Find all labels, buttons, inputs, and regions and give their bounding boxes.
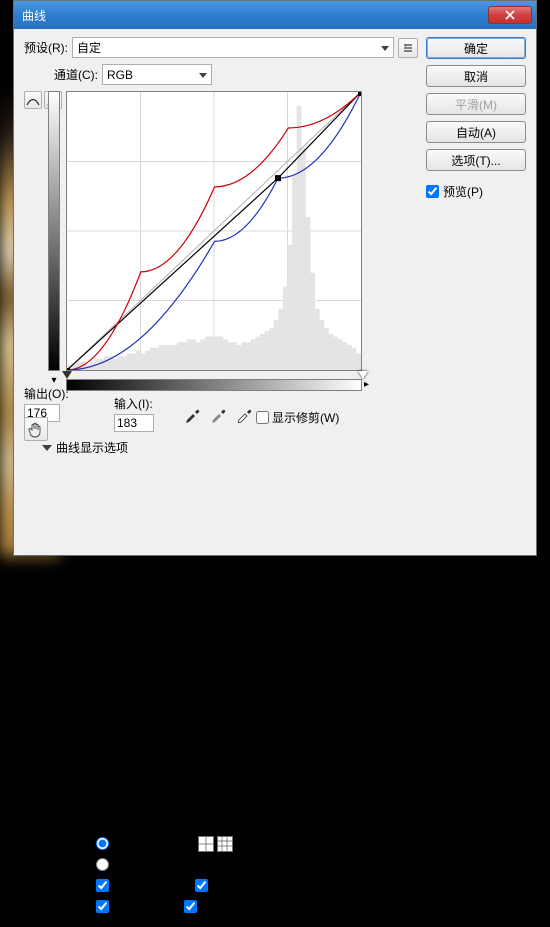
output-gradient <box>48 91 60 371</box>
white-point-slider[interactable] <box>358 371 368 379</box>
baseline-checkbox[interactable] <box>195 879 208 892</box>
curve-icon <box>26 93 40 107</box>
show-clipping-label: 显示修剪(W) <box>272 409 339 426</box>
histogram-label: 直方图(H) <box>115 898 168 915</box>
auto-button[interactable]: 自动(A) <box>426 121 526 143</box>
channel-select[interactable]: RGB <box>102 64 212 85</box>
histogram-checkbox[interactable] <box>96 900 109 913</box>
input-label: 输入(I): <box>114 395 154 412</box>
output-label: 输出(O): <box>24 385 69 402</box>
input-input[interactable] <box>114 414 154 432</box>
preset-select[interactable]: 自定 <box>72 37 394 58</box>
channel-label: 通道(C): <box>54 66 98 83</box>
black-point-slider[interactable] <box>62 371 72 379</box>
show-clipping-checkbox[interactable] <box>256 411 269 424</box>
curve-tool-button[interactable] <box>24 91 42 109</box>
hand-icon <box>27 420 45 438</box>
overlay-label: 通道叠加(V) <box>115 877 179 894</box>
cancel-button[interactable]: 取消 <box>426 65 526 87</box>
intersection-checkbox[interactable] <box>184 900 197 913</box>
display-options-toggle[interactable]: 曲线显示选项 <box>44 439 128 456</box>
pigment-radio[interactable] <box>96 858 109 871</box>
close-button[interactable] <box>488 6 532 24</box>
light-radio-label: 光 (0-255)(L) <box>115 835 184 852</box>
ok-button[interactable]: 确定 <box>426 37 526 59</box>
options-button[interactable]: 选项(T)... <box>426 149 526 171</box>
chevron-down-icon <box>199 68 207 82</box>
grid-coarse-button[interactable] <box>198 836 214 852</box>
preset-menu-button[interactable] <box>398 38 418 58</box>
overlay-checkbox[interactable] <box>96 879 109 892</box>
input-gradient <box>66 379 362 391</box>
titlebar[interactable]: 曲线 <box>14 1 536 29</box>
expand-arrow-icon <box>42 445 52 451</box>
menu-icon <box>403 43 413 53</box>
eyedropper-gray-icon[interactable] <box>210 405 228 426</box>
chevron-down-icon <box>381 41 389 55</box>
light-radio[interactable] <box>96 837 109 850</box>
channel-value: RGB <box>107 68 133 82</box>
preset-value: 自定 <box>77 39 101 56</box>
hand-tool-button[interactable] <box>24 417 48 441</box>
smooth-button: 平滑(M) <box>426 93 526 115</box>
curve-chart[interactable] <box>66 91 362 371</box>
grid-fine-button[interactable] <box>217 836 233 852</box>
eyedropper-white-icon[interactable] <box>236 405 254 426</box>
baseline-label: 基线(B) <box>214 877 254 894</box>
show-label: 显示: <box>34 877 90 894</box>
amount-label: 显示数量: <box>34 835 90 852</box>
preset-label: 预设(R): <box>24 39 68 56</box>
preview-label: 预览(P) <box>443 183 483 200</box>
window-title: 曲线 <box>22 7 488 24</box>
preview-checkbox[interactable] <box>426 185 439 198</box>
intersection-label: 交叉线(N) <box>203 898 256 915</box>
pigment-radio-label: 颜料/油墨 %(G) <box>115 856 198 873</box>
arrow-right-icon: ▸ <box>364 379 369 390</box>
display-options-label: 曲线显示选项 <box>56 439 128 456</box>
curves-dialog: 曲线 预设(R): 自定 通道(C): RGB <box>13 0 537 556</box>
eyedropper-black-icon[interactable] <box>184 405 202 426</box>
